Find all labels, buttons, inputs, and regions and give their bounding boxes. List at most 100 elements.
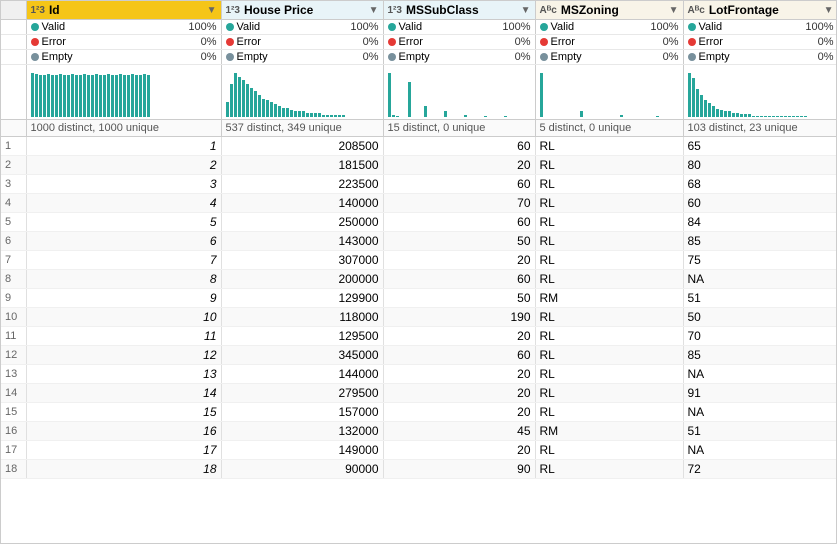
col-dropdown-id[interactable]: ▼ [207, 5, 217, 16]
bar [119, 74, 122, 117]
col-header-lf[interactable]: Aᴮc LotFrontage ▼ [683, 1, 837, 20]
col-header-hp[interactable]: 1²3 House Price ▼ [221, 1, 383, 20]
stat-error-mz: Error 0% [535, 35, 683, 50]
bar [139, 75, 142, 117]
histogram-hp [221, 65, 383, 120]
bar [302, 111, 305, 117]
col-header-id[interactable]: 1²3 Id ▼ [26, 1, 221, 20]
dot-error-ms [388, 38, 396, 46]
col-title-lf: LotFrontage [709, 3, 824, 17]
bar [752, 116, 755, 117]
cell-id-3: 3 [26, 175, 221, 194]
histogram-id [26, 65, 221, 120]
cell-hp-16: 132000 [221, 422, 383, 441]
stat-valid-lf: Valid 100% [683, 20, 837, 35]
cell-ms-11: 20 [383, 327, 535, 346]
distinct-label [1, 120, 26, 137]
cell-lf-12: 85 [683, 346, 837, 365]
table-row: 151515700020RLNA [1, 403, 837, 422]
cell-id-2: 2 [26, 156, 221, 175]
row-number-12: 12 [1, 346, 26, 365]
row-number-1: 1 [1, 137, 26, 156]
cell-mz-13: RL [535, 365, 683, 384]
stat-pct-0-mz: 100% [650, 21, 678, 33]
bar [95, 74, 98, 117]
type-icon-mz: Aᴮc [540, 5, 557, 16]
bar [67, 75, 70, 117]
stat-error-lf: Error 0% [683, 35, 837, 50]
dot-error-hp [226, 38, 234, 46]
cell-mz-2: RL [535, 156, 683, 175]
cell-ms-14: 20 [383, 384, 535, 403]
cell-id-1: 1 [26, 137, 221, 156]
bar [338, 115, 341, 117]
bar [290, 110, 293, 117]
cell-lf-15: NA [683, 403, 837, 422]
bar [704, 100, 707, 117]
bar [756, 116, 759, 117]
dot-empty-mz [540, 53, 548, 61]
table-row: 7730700020RL75 [1, 251, 837, 270]
cell-hp-11: 129500 [221, 327, 383, 346]
histogram-lf [683, 65, 837, 120]
cell-ms-9: 50 [383, 289, 535, 308]
cell-mz-11: RL [535, 327, 683, 346]
stat-empty-lf: Empty 0% [683, 50, 837, 65]
stat-pct-2-lf: 0% [818, 51, 834, 63]
bar [804, 116, 807, 117]
col-dropdown-ms[interactable]: ▼ [521, 5, 531, 16]
stat-name-2-lf: Empty [699, 51, 730, 63]
cell-hp-12: 345000 [221, 346, 383, 365]
bar [314, 113, 317, 117]
table-row: 3322350060RL68 [1, 175, 837, 194]
row-number-5: 5 [1, 213, 26, 232]
bar [484, 116, 487, 117]
stat-valid-ms: Valid 100% [383, 20, 535, 35]
cell-id-18: 18 [26, 460, 221, 479]
col-dropdown-mz[interactable]: ▼ [669, 5, 679, 16]
cell-id-9: 9 [26, 289, 221, 308]
col-dropdown-lf[interactable]: ▼ [824, 5, 834, 16]
bar [270, 102, 273, 117]
bar [326, 115, 329, 117]
col-header-ms[interactable]: 1²3 MSSubClass ▼ [383, 1, 535, 20]
cell-mz-4: RL [535, 194, 683, 213]
hist-label [1, 65, 26, 120]
bar [736, 113, 739, 117]
cell-hp-17: 149000 [221, 441, 383, 460]
table-row: 161613200045RM51 [1, 422, 837, 441]
row-number-17: 17 [1, 441, 26, 460]
bar [71, 74, 74, 117]
distinct-mz: 5 distinct, 0 unique [535, 120, 683, 137]
cell-mz-3: RL [535, 175, 683, 194]
cell-hp-4: 140000 [221, 194, 383, 213]
bar [91, 75, 94, 117]
cell-lf-5: 84 [683, 213, 837, 232]
bar [246, 84, 249, 117]
col-header-mz[interactable]: Aᴮc MSZoning ▼ [535, 1, 683, 20]
bar [724, 111, 727, 117]
cell-mz-9: RM [535, 289, 683, 308]
stat-name-0-id: Valid [42, 21, 66, 33]
cell-ms-10: 190 [383, 308, 535, 327]
bar [784, 116, 787, 117]
cell-id-15: 15 [26, 403, 221, 422]
bar [744, 114, 747, 117]
bar [59, 74, 62, 117]
bar [79, 75, 82, 117]
bar [147, 75, 150, 117]
cell-id-12: 12 [26, 346, 221, 365]
cell-id-11: 11 [26, 327, 221, 346]
bar [712, 106, 715, 117]
stat-name-1-hp: Error [237, 36, 261, 48]
bar [55, 75, 58, 117]
bar [800, 116, 803, 117]
bar [728, 111, 731, 117]
stat-name-2-id: Empty [42, 51, 73, 63]
cell-ms-13: 20 [383, 365, 535, 384]
col-dropdown-hp[interactable]: ▼ [369, 5, 379, 16]
bar [274, 104, 277, 117]
cell-ms-18: 90 [383, 460, 535, 479]
bar [780, 116, 783, 117]
cell-mz-12: RL [535, 346, 683, 365]
